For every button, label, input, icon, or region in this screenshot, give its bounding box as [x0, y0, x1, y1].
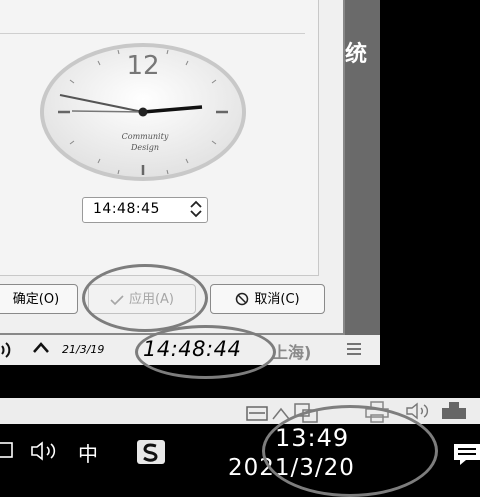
date-time-dialog: 12 Community Design 14:48:45 确定(O) 应用(A)…	[0, 0, 345, 335]
clock-twelve-numeral: 12	[126, 51, 159, 81]
time-spinbox-value: 14:48:45	[93, 201, 160, 217]
check-icon	[110, 295, 124, 306]
sogou-icon[interactable]	[136, 439, 166, 465]
analog-clock: 12 Community Design	[40, 43, 246, 181]
separator	[0, 33, 305, 34]
taskbar-clock-date[interactable]: 2021/3/20	[228, 455, 355, 481]
ok-button[interactable]: 确定(O)	[0, 284, 78, 314]
speaker-tray-icon[interactable]	[405, 402, 431, 420]
clock-group-box: 12 Community Design 14:48:45	[0, 0, 319, 276]
ime-indicator[interactable]: 中	[78, 438, 98, 467]
notification-center-icon[interactable]	[452, 442, 480, 466]
ban-icon	[236, 292, 249, 306]
taskbar-clock-time[interactable]: 13:49	[275, 424, 349, 452]
arrow-up-icon[interactable]	[32, 341, 50, 355]
system-tray	[0, 398, 480, 424]
taskbar: 中 13:49 2021/3/20	[0, 424, 480, 481]
clock-center-pin	[138, 107, 148, 117]
speaker-icon[interactable]	[30, 440, 66, 462]
speaker-icon[interactable]	[0, 340, 20, 360]
clock-brand-line1: Community	[122, 132, 169, 141]
ok-button-label: 确定(O)	[12, 292, 60, 307]
menu-icon[interactable]	[346, 342, 362, 356]
top-panel: 21/3/19 14:48:44 上海)	[0, 335, 380, 365]
cancel-button-label: 取消(C)	[254, 292, 300, 307]
panel-date[interactable]: 21/3/19	[62, 343, 104, 356]
panel-clock-time[interactable]: 14:48:44	[143, 337, 241, 361]
clock-minute-shadow	[71, 110, 144, 113]
spinner-arrows-icon[interactable]	[189, 199, 203, 219]
apply-button[interactable]: 应用(A)	[88, 284, 196, 314]
apply-button-label: 应用(A)	[128, 292, 175, 307]
cancel-button[interactable]: 取消(C)	[210, 284, 325, 314]
notification-icon[interactable]	[245, 401, 335, 423]
clock-brand-line2: Design	[130, 143, 159, 152]
panel-timezone: 上海)	[272, 343, 312, 362]
desktop-glyph: 统	[345, 42, 368, 67]
printer-icon[interactable]	[365, 401, 389, 423]
window-icon[interactable]	[0, 440, 16, 462]
usb-icon[interactable]	[440, 401, 468, 421]
time-spinbox[interactable]: 14:48:45	[82, 197, 208, 223]
desktop-background: 统	[345, 0, 380, 335]
